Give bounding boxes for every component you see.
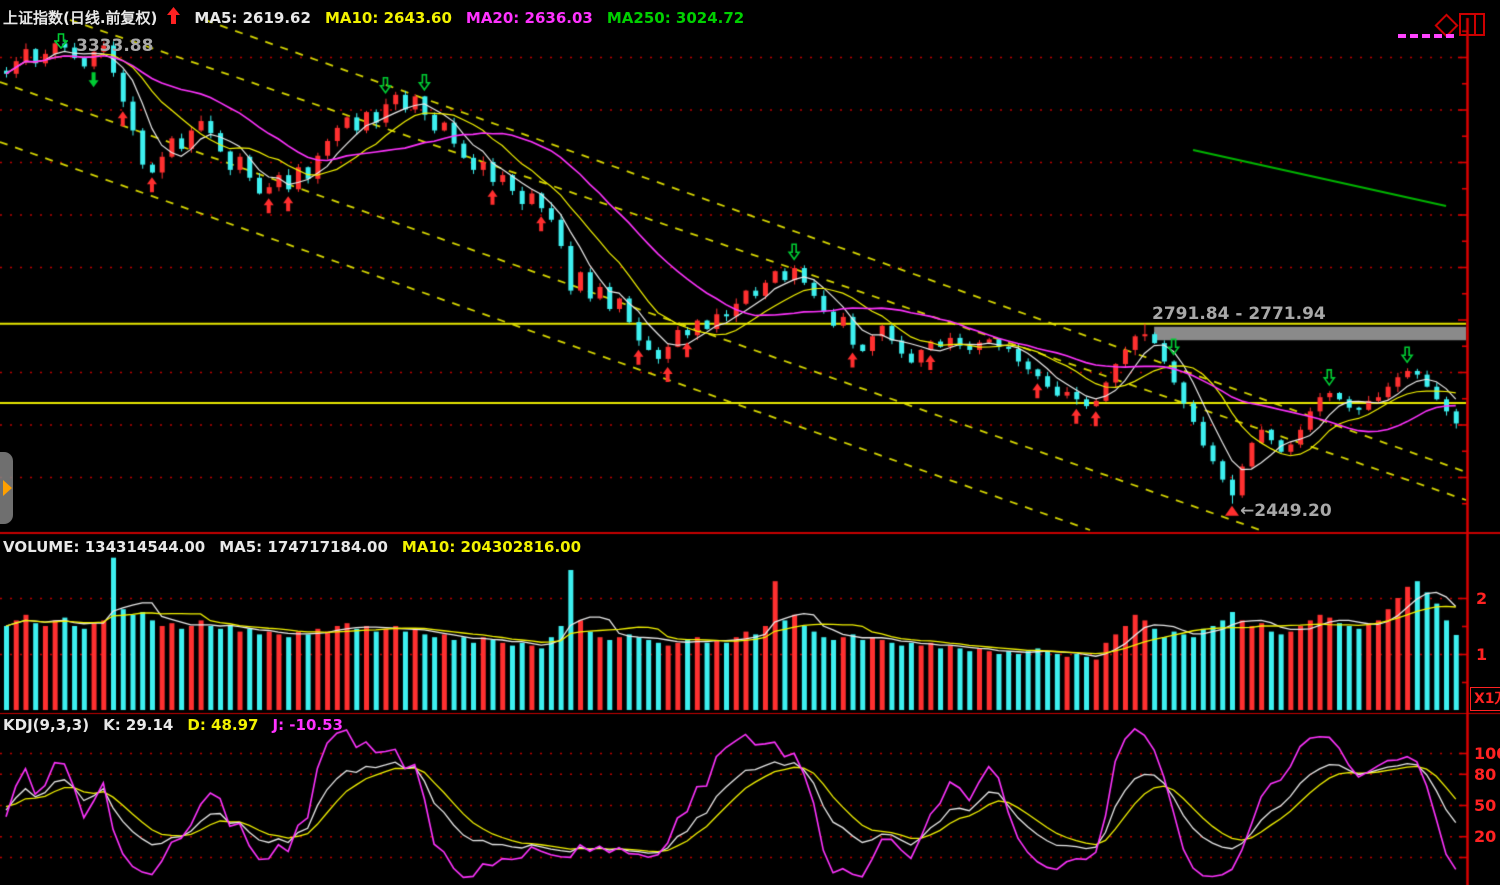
volume-axis-tick-2: 2 xyxy=(1476,589,1487,608)
ma5-readout: MA5: 2619.62 xyxy=(194,9,311,27)
volume-pane-header: VOLUME: 134314544.00 MA5: 174717184.00 M… xyxy=(3,538,581,556)
kdj-name: KDJ(9,3,3) xyxy=(3,716,89,734)
split-window-icon[interactable] xyxy=(1459,13,1485,36)
peak-price-label: 3333.88 xyxy=(76,36,153,56)
gap-range-label: 2791.84 - 2771.94 xyxy=(1152,304,1326,324)
kdj-k-readout: K: 29.14 xyxy=(103,716,173,734)
trend-up-arrow-icon xyxy=(167,7,180,28)
expand-arrow-icon xyxy=(3,480,12,496)
kdj-d-readout: D: 48.97 xyxy=(187,716,258,734)
left-arrow-icon: ← xyxy=(1240,501,1254,521)
volume-readout: VOLUME: 134314544.00 xyxy=(3,538,205,556)
kdj-axis-20: 20 xyxy=(1474,827,1496,846)
kdj-axis-100: 100 xyxy=(1474,744,1500,763)
kdj-axis-50: 50 xyxy=(1474,796,1496,815)
kdj-j-readout: J: -10.53 xyxy=(273,716,343,734)
volume-unit-multiplier: X1万 xyxy=(1470,687,1500,711)
ma250-readout: MA250: 3024.72 xyxy=(607,9,744,27)
volume-axis-tick-1: 1 xyxy=(1476,645,1487,664)
kdj-axis-80: 80 xyxy=(1474,765,1496,784)
ma10-readout: MA10: 2643.60 xyxy=(325,9,452,27)
main-pane-header: 上证指数(日线.前复权) MA5: 2619.62 MA10: 2643.60 … xyxy=(3,7,744,28)
peak-marker-icon xyxy=(54,33,68,53)
low-price-label: ←2449.20 xyxy=(1240,501,1332,521)
volume-ma10-readout: MA10: 204302816.00 xyxy=(402,538,581,556)
magenta-dash-annotation xyxy=(1398,34,1454,38)
side-panel-expander[interactable] xyxy=(0,452,13,524)
volume-ma5-readout: MA5: 174717184.00 xyxy=(219,538,388,556)
ma20-readout: MA20: 2636.03 xyxy=(466,9,593,27)
kdj-pane-header: KDJ(9,3,3) K: 29.14 D: 48.97 J: -10.53 xyxy=(3,716,343,734)
chart-canvas[interactable] xyxy=(0,0,1500,885)
instrument-title: 上证指数(日线.前复权) xyxy=(3,7,157,28)
